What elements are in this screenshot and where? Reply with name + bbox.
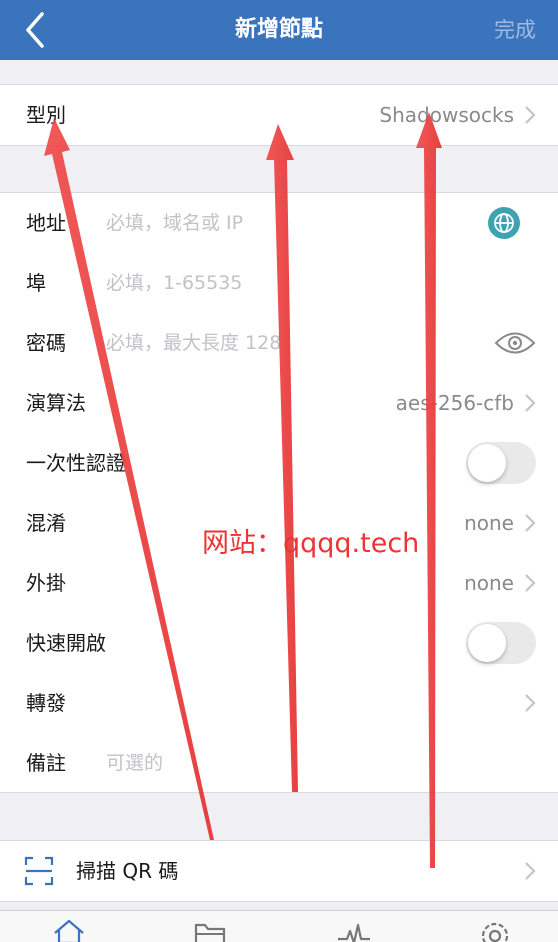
fast-open-label: 快速開啟 [26, 631, 106, 655]
address-label: 地址 [26, 211, 66, 235]
navigation-bar: 新增節點 完成 [0, 0, 558, 60]
password-input[interactable]: 必填，最大長度 128 [106, 313, 281, 373]
qr-scan-icon [24, 856, 54, 886]
tab-bar [0, 910, 558, 942]
page-title: 新增節點 [234, 17, 323, 42]
chevron-right-icon [525, 514, 536, 532]
type-value: Shadowsocks [379, 103, 514, 127]
toggle-knob [468, 444, 506, 482]
chevron-right-icon [525, 574, 536, 592]
ota-row: 一次性認證 [0, 433, 558, 493]
settings-icon[interactable] [478, 919, 512, 942]
chevron-right-icon [525, 694, 536, 712]
forward-row[interactable]: 轉發 [0, 673, 558, 733]
toggle-knob [468, 624, 506, 662]
password-label: 密碼 [26, 331, 66, 355]
activity-icon[interactable] [337, 919, 371, 942]
home-icon[interactable] [52, 919, 86, 942]
fast-open-toggle[interactable] [466, 622, 536, 664]
chevron-right-icon [525, 106, 536, 124]
ota-toggle[interactable] [466, 442, 536, 484]
port-label: 埠 [26, 271, 46, 295]
chevron-right-icon [525, 862, 536, 880]
scan-qr-row[interactable]: 掃描 QR 碼 [0, 841, 558, 901]
back-chevron-icon[interactable] [18, 10, 58, 50]
address-input[interactable]: 必填，域名或 IP [106, 193, 243, 253]
remark-row[interactable]: 備註 可選的 [0, 733, 558, 793]
port-row[interactable]: 埠 必填，1-65535 [0, 253, 558, 313]
done-button[interactable]: 完成 [494, 0, 536, 60]
remark-label: 備註 [26, 751, 66, 775]
ota-label: 一次性認證 [26, 451, 126, 475]
scan-qr-label: 掃描 QR 碼 [76, 859, 179, 883]
obfs-label: 混淆 [26, 511, 66, 535]
obfs-row[interactable]: 混淆 none [0, 493, 558, 553]
remark-input[interactable]: 可選的 [106, 733, 163, 793]
cipher-value: aes-256-cfb [395, 391, 514, 415]
forward-label: 轉發 [26, 691, 66, 715]
folder-icon[interactable] [193, 919, 227, 942]
plugin-label: 外掛 [26, 571, 66, 595]
port-input[interactable]: 必填，1-65535 [106, 253, 242, 313]
cipher-label: 演算法 [26, 391, 86, 415]
plugin-row[interactable]: 外掛 none [0, 553, 558, 613]
globe-icon[interactable] [488, 207, 520, 239]
plugin-value: none [464, 571, 514, 595]
obfs-value: none [464, 511, 514, 535]
fast-open-row: 快速開啟 [0, 613, 558, 673]
address-row[interactable]: 地址 必填，域名或 IP [0, 193, 558, 253]
cipher-row[interactable]: 演算法 aes-256-cfb [0, 373, 558, 433]
type-row[interactable]: 型別 Shadowsocks [0, 85, 558, 145]
eye-icon[interactable] [494, 330, 536, 356]
password-row[interactable]: 密碼 必填，最大長度 128 [0, 313, 558, 373]
chevron-right-icon [525, 394, 536, 412]
type-label: 型別 [26, 103, 66, 127]
